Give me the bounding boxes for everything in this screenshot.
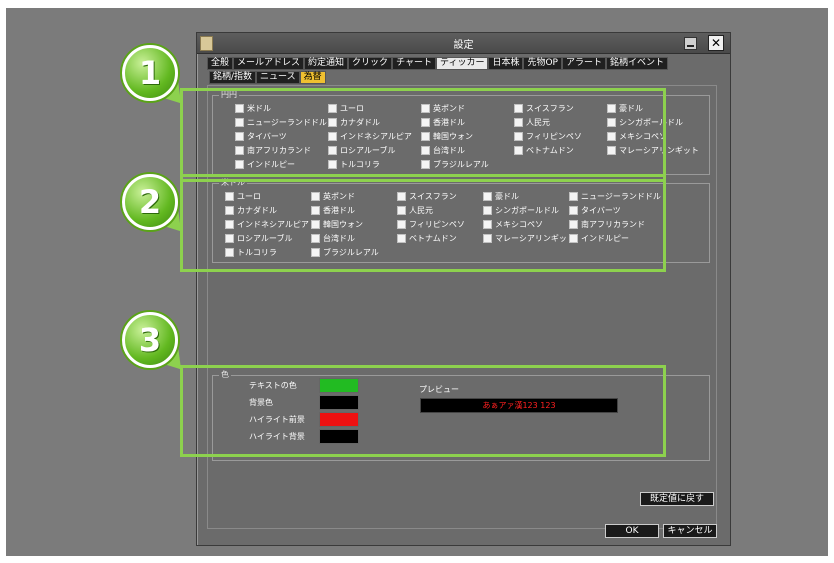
tab-sub[interactable]: ニュース — [256, 71, 300, 84]
tab-main[interactable]: アラート — [561, 57, 606, 70]
minimize-icon[interactable] — [684, 37, 697, 50]
callout-badge-3: 3 — [122, 312, 178, 368]
reset-defaults-button[interactable]: 既定値に戻す — [640, 492, 714, 506]
tab-main[interactable]: 約定通知 — [304, 57, 349, 70]
callout-box-1 — [180, 88, 666, 182]
close-icon[interactable]: ✕ — [708, 35, 724, 51]
tab-main[interactable]: 日本株 — [488, 57, 524, 70]
cancel-button[interactable]: キャンセル — [663, 524, 717, 538]
tab-sub[interactable]: 為替 — [299, 71, 326, 84]
sub-tab-bar: 銘柄/指数 ニュース 為替 — [209, 71, 326, 84]
title-bar: 設定 ✕ — [197, 33, 730, 54]
main-tab-bar: 全般 メールアドレス 約定通知 クリック チャート ティッカー 日本株 先物OP アラート 銘柄イ… — [207, 57, 669, 70]
callout-badge-2: 2 — [122, 174, 178, 230]
tab-main[interactable]: メールアドレス — [233, 57, 305, 70]
callout-box-2 — [180, 174, 666, 272]
tab-main[interactable]: ティッカー — [435, 57, 489, 70]
callout-badge-1: 1 — [122, 45, 178, 101]
window-title: 設定 — [453, 40, 474, 51]
tab-main[interactable]: 全般 — [207, 57, 234, 70]
callout-box-3 — [180, 365, 666, 457]
tab-main[interactable]: クリック — [348, 57, 393, 70]
tab-main[interactable]: 先物OP — [523, 57, 562, 70]
tab-main[interactable]: 銘柄イベント — [606, 57, 669, 70]
tab-main[interactable]: チャート — [392, 57, 436, 70]
ok-button[interactable]: OK — [605, 524, 659, 538]
tab-sub[interactable]: 銘柄/指数 — [209, 71, 257, 84]
